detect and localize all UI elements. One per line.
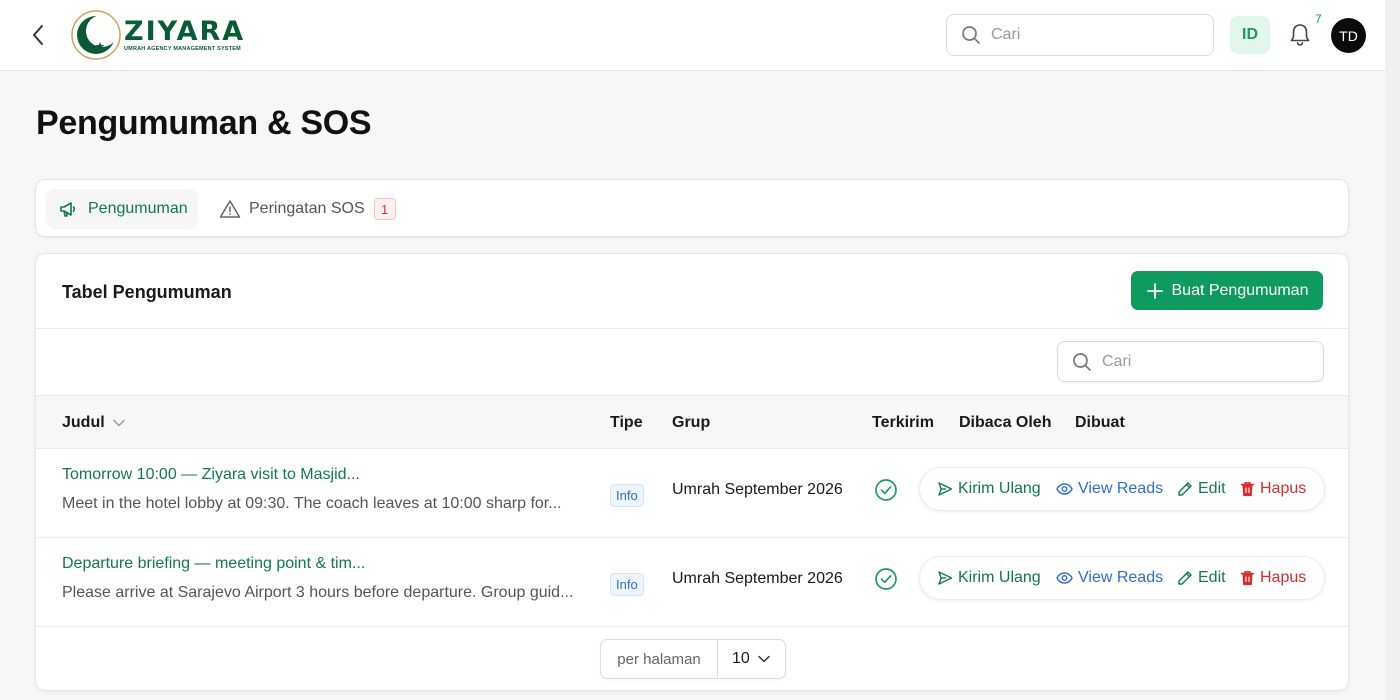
trash-icon [1240,571,1255,586]
trash-icon [1240,482,1255,497]
tab-pengumuman[interactable]: Pengumuman [46,189,198,229]
table-header: Judul Tipe Grup Terkirim Dibaca Oleh Dib… [36,395,1348,449]
global-search-input[interactable] [991,26,1191,44]
sos-count-badge: 1 [373,198,396,220]
table-search-input[interactable] [1102,352,1302,371]
announcement-desc: Meet in the hotel lobby at 09:30. The co… [62,495,562,512]
megaphone-icon [58,198,80,220]
eye-icon [1056,572,1073,584]
row-actions: Kirim Ulang View Reads Edit Hapus [919,467,1325,511]
row-actions: Kirim Ulang View Reads Edit Hapus [919,556,1325,600]
avatar[interactable]: TD [1331,18,1366,53]
column-grup: Grup [672,414,711,431]
table-row: Departure briefing — meeting point & tim… [36,538,1348,627]
plus-icon [1146,282,1163,299]
send-icon [938,482,953,496]
pencil-icon [1178,571,1192,585]
delete-label: Hapus [1260,480,1307,497]
chevron-left-icon [33,25,43,45]
edit-button[interactable]: Edit [1177,569,1226,587]
type-badge: Info [610,573,644,596]
view-reads-label: View Reads [1078,569,1164,586]
column-judul[interactable]: Judul [62,414,125,432]
notification-count: 7 [1315,12,1322,26]
chevron-down-icon [758,655,770,663]
pagination: per halaman 10 [600,639,786,679]
view-reads-button[interactable]: View Reads [1056,480,1163,498]
create-announcement-button[interactable]: Buat Pengumuman [1131,271,1323,310]
card-title: Tabel Pengumuman [62,282,232,302]
send-icon [938,571,953,585]
global-search[interactable] [946,14,1214,56]
logo-name: ZIYARA [124,16,246,47]
page-title: Pengumuman & SOS [36,104,372,142]
group-name: Umrah September 2026 [672,481,843,498]
top-bar: ZIYARA UMRAH AGENCY MANAGEMENT SYSTEM ID… [0,0,1385,71]
edit-label: Edit [1198,569,1226,586]
per-page-label: per halaman [601,640,718,678]
tab-label: Pengumuman [88,200,188,217]
column-dibaca-oleh: Dibaca Oleh [959,414,1052,431]
scrollbar[interactable] [1385,0,1400,700]
search-icon [962,26,980,44]
announcement-table-card: Tabel Pengumuman Buat Pengumuman Judul T… [35,253,1349,691]
column-dibuat: Dibuat [1075,414,1125,431]
resend-label: Kirim Ulang [958,480,1041,497]
eye-icon [1056,483,1073,495]
edit-label: Edit [1198,480,1226,497]
table-search[interactable] [1057,341,1324,382]
logo-tagline: UMRAH AGENCY MANAGEMENT SYSTEM [124,46,241,52]
per-page-select[interactable]: 10 [718,650,785,668]
bell-icon[interactable] [1287,22,1313,48]
delete-button[interactable]: Hapus [1240,480,1306,498]
tab-label: Peringatan SOS [249,200,365,217]
view-reads-button[interactable]: View Reads [1056,569,1163,587]
table-row: Tomorrow 10:00 — Ziyara visit to Masjid.… [36,449,1348,538]
check-circle-icon [875,568,897,590]
tabs-bar: Pengumuman Peringatan SOS 1 [35,179,1349,237]
view-reads-label: View Reads [1078,480,1164,497]
chevron-down-icon [112,419,125,427]
delete-button[interactable]: Hapus [1240,569,1306,587]
column-terkirim: Terkirim [872,414,934,431]
group-name: Umrah September 2026 [672,570,843,587]
resend-button[interactable]: Kirim Ulang [937,480,1041,498]
language-switcher[interactable]: ID [1230,16,1270,54]
logo-crescent-icon [71,10,121,60]
back-button[interactable] [26,22,50,48]
check-circle-icon [875,479,897,501]
announcement-title[interactable]: Tomorrow 10:00 — Ziyara visit to Masjid.… [62,466,360,484]
pencil-icon [1178,482,1192,496]
column-label: Judul [62,414,105,431]
resend-button[interactable]: Kirim Ulang [937,569,1041,587]
search-icon [1073,352,1091,371]
create-button-label: Buat Pengumuman [1171,281,1309,299]
column-tipe: Tipe [610,414,643,431]
resend-label: Kirim Ulang [958,569,1041,586]
announcement-title[interactable]: Departure briefing — meeting point & tim… [62,555,365,573]
warning-triangle-icon [219,198,241,220]
per-page-value: 10 [732,650,750,667]
announcement-desc: Please arrive at Sarajevo Airport 3 hour… [62,584,574,601]
divider [36,328,1348,329]
edit-button[interactable]: Edit [1177,480,1226,498]
app-logo[interactable]: ZIYARA UMRAH AGENCY MANAGEMENT SYSTEM [70,9,245,61]
type-badge: Info [610,484,644,507]
tab-peringatan-sos[interactable]: Peringatan SOS 1 [219,189,396,229]
delete-label: Hapus [1260,569,1307,586]
